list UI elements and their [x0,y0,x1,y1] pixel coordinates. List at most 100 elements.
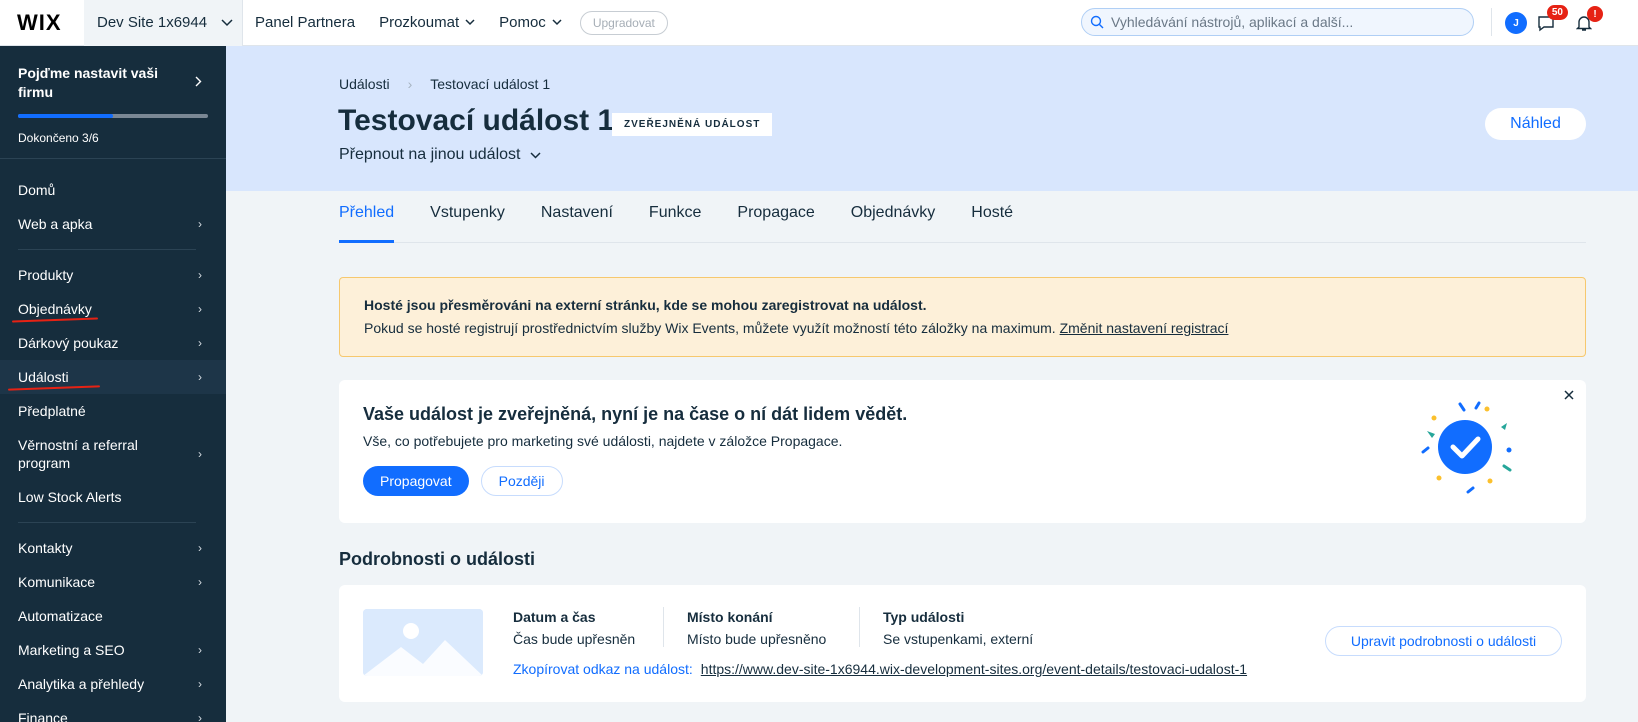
event-url-link[interactable]: https://www.dev-site-1x6944.wix-developm… [701,661,1247,677]
chevron-right-icon: › [198,302,202,316]
sidebar-item-events[interactable]: Události › [0,360,226,394]
chevron-right-icon: › [198,575,202,589]
tabs: Přehled Vstupenky Nastavení Funkce Propa… [339,191,1586,243]
sidebar-item-label: Produkty [18,267,74,283]
copy-link-button[interactable]: Zkopírovat odkaz na událost: [513,661,693,677]
sidebar-item-loyalty[interactable]: Věrnostní a referral program › [0,428,226,480]
sidebar-item-analytics[interactable]: Analytika a přehledy › [0,667,226,701]
promo-card: Vaše událost je zveřejněná, nyní je na č… [339,380,1586,523]
annotation-underline [7,385,101,391]
chevron-right-icon: › [198,643,202,657]
nav-explore[interactable]: Prozkoumat [379,14,475,31]
sidebar-item-finance[interactable]: Finance › [0,701,226,722]
chevron-right-icon: › [198,370,202,384]
sidebar-item-automation[interactable]: Automatizace [0,599,226,633]
sidebar: Pojďme nastavit vaši firmu Dokončeno 3/6… [0,46,226,722]
promo-title: Vaše událost je zveřejněná, nyní je na č… [363,404,908,424]
notice-text: Pokud se hosté registrují prostřednictví… [364,320,1056,336]
breadcrumb-events[interactable]: Události [339,76,390,92]
promote-button[interactable]: Propagovat [363,466,469,496]
divider [1491,8,1492,36]
tab-promotion[interactable]: Propagace [737,204,814,242]
chevron-right-icon: › [198,677,202,691]
messages-button[interactable]: 50 [1527,4,1568,42]
nav-partner-dashboard[interactable]: Panel Partnera [255,14,355,31]
tab-settings[interactable]: Nastavení [541,204,613,242]
chevron-right-icon: › [198,217,202,231]
top-bar: WIX Dev Site 1x6944 Panel Partnera Prozk… [0,0,1638,46]
sidebar-item-home[interactable]: Domů [0,173,226,207]
chevron-right-icon: › [198,447,202,461]
divider [18,249,196,250]
detail-type: Typ události Se vstupenkami, externí [883,609,1033,647]
tab-tickets[interactable]: Vstupenky [430,204,505,242]
chevron-down-icon [530,151,541,159]
date-label: Datum a čas [513,609,596,625]
tab-guests[interactable]: Hosté [971,204,1013,242]
chevron-right-icon: › [407,76,413,92]
type-label: Typ události [883,609,965,625]
sidebar-item-products[interactable]: Produkty › [0,258,226,292]
location-value: Místo bude upřesněno [687,631,827,647]
promo-text: Vše, co potřebujete pro marketing své ud… [363,433,843,449]
chevron-right-icon: › [198,541,202,555]
change-registration-link[interactable]: Změnit nastavení registrací [1060,320,1229,336]
wix-logo[interactable]: WIX [0,0,84,46]
breadcrumb-current: Testovací událost 1 [430,76,551,92]
checkmark-celebration-icon [1421,401,1512,494]
switch-event-dropdown[interactable]: Přepnout na jinou událost [339,146,541,164]
sidebar-item-label: Marketing a SEO [18,642,125,658]
setup-title: Pojďme nastavit vaši firmu [18,65,159,100]
sidebar-item-label: Finance [18,710,68,722]
page-header: Události › Testovací událost 1 Testovací… [226,46,1638,191]
divider [859,607,860,647]
image-placeholder-icon [363,609,483,676]
chevron-right-icon: › [198,336,202,350]
site-selector[interactable]: Dev Site 1x6944 [84,0,243,46]
sidebar-item-subscriptions[interactable]: Předplatné [0,394,226,428]
chevron-down-icon [552,19,562,26]
search-input[interactable]: Vyhledávání nástrojů, aplikací a další..… [1081,8,1474,36]
sidebar-item-communication[interactable]: Komunikace › [0,565,226,599]
site-name: Dev Site 1x6944 [97,14,208,31]
tab-features[interactable]: Funkce [649,204,701,242]
sidebar-item-label: Automatizace [18,608,103,624]
nav-help[interactable]: Pomoc [499,14,562,31]
later-button[interactable]: Později [480,466,563,496]
upgrade-button[interactable]: Upgradovat [579,10,668,35]
sidebar-item-orders[interactable]: Objednávky › [0,292,226,326]
tab-orders[interactable]: Objednávky [851,204,936,242]
registration-notice: Hosté jsou přesměrováni na externí strán… [339,277,1586,357]
type-value: Se vstupenkami, externí [883,631,1034,647]
sidebar-item-gift-card[interactable]: Dárkový poukaz › [0,326,226,360]
notifications-button[interactable]: ! [1565,4,1603,42]
sidebar-item-web-app[interactable]: Web a apka › [0,207,226,241]
sidebar-item-label: Dárkový poukaz [18,335,119,351]
tab-overview[interactable]: Přehled [339,204,395,243]
sidebar-item-marketing-seo[interactable]: Marketing a SEO › [0,633,226,667]
date-value: Čas bude upřesněn [513,631,636,647]
sidebar-item-label: Low Stock Alerts [18,489,122,505]
sidebar-item-label: Věrnostní a referral program [18,437,138,471]
event-image-placeholder[interactable] [363,609,483,676]
avatar[interactable]: J [1505,12,1527,34]
copy-event-link: Zkopírovat odkaz na událost: https://www… [513,661,1247,677]
sidebar-item-label: Události [18,369,69,385]
sidebar-item-low-stock[interactable]: Low Stock Alerts [0,480,226,514]
sidebar-item-label: Objednávky [18,301,92,317]
top-nav: Panel Partnera Prozkoumat Pomoc Upgradov… [243,10,668,35]
chevron-right-icon [195,76,202,87]
close-icon[interactable] [1564,390,1574,400]
setup-progress-card[interactable]: Pojďme nastavit vaši firmu Dokončeno 3/6 [0,46,226,159]
switch-event-label: Přepnout na jinou událost [339,146,521,163]
divider [663,607,664,647]
chevron-right-icon: › [198,268,202,282]
sidebar-item-label: Kontakty [18,540,73,556]
sidebar-item-label: Předplatné [18,403,86,419]
edit-event-details-button[interactable]: Upravit podrobnosti o události [1325,626,1562,656]
preview-button[interactable]: Náhled [1485,108,1586,140]
setup-done-text: Dokončeno 3/6 [18,131,99,145]
chevron-right-icon: › [198,711,202,722]
sidebar-item-label: Web a apka [18,216,93,232]
sidebar-item-contacts[interactable]: Kontakty › [0,531,226,565]
